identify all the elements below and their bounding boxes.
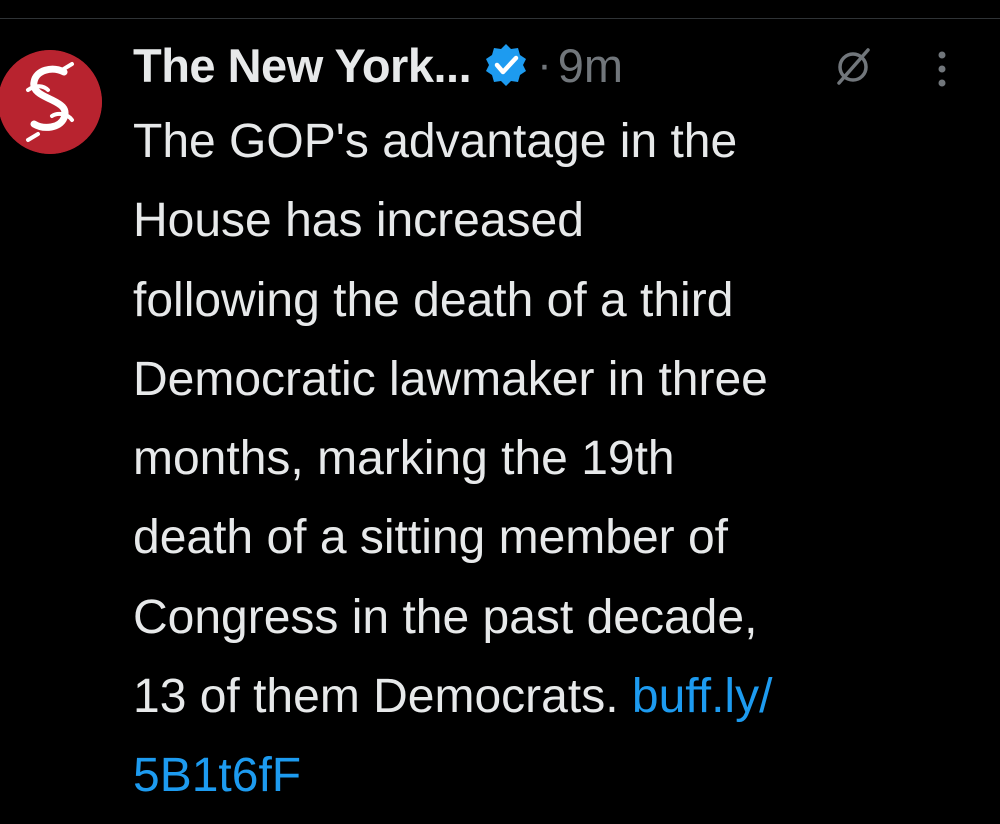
top-divider: [0, 18, 1000, 19]
tweet-link[interactable]: buff.ly/: [632, 670, 773, 723]
tweet-link-continued: 5B1t6fF: [133, 736, 978, 815]
tweet-text-line: months, marking the 19th: [133, 432, 675, 486]
tweet-link-continued-text[interactable]: 5B1t6fF: [133, 749, 301, 802]
tweet-text-line-prefix: 13 of them Democrats.: [133, 670, 619, 724]
separator-dot: ·: [537, 40, 552, 89]
tweet-text-line: Congress in the past decade,: [133, 590, 758, 644]
verified-badge-icon[interactable]: [483, 42, 529, 88]
tweet-text: The GOP's advantage in the House has inc…: [133, 102, 978, 816]
tweet-header: The New York... · 9m: [133, 20, 978, 110]
timestamp[interactable]: 9m: [558, 38, 623, 93]
tweet[interactable]: The New York... · 9m The GOP's advantage…: [133, 20, 978, 816]
tweet-text-line: House has increased: [133, 194, 584, 248]
tweet-text-last-line: 13 of them Democrats. buff.ly/: [133, 657, 978, 736]
nyt-logo-icon: [0, 50, 102, 154]
tweet-text-line: Democratic lawmaker in three: [133, 352, 768, 406]
more-options-icon[interactable]: [930, 47, 954, 91]
tweet-text-line: death of a sitting member of: [133, 511, 728, 565]
tweet-text-line: following the death of a third: [133, 273, 734, 327]
author-name[interactable]: The New York...: [133, 38, 472, 93]
tweet-text-line: The GOP's advantage in the: [133, 115, 738, 168]
avatar[interactable]: [0, 50, 102, 154]
grok-icon[interactable]: [833, 47, 873, 87]
